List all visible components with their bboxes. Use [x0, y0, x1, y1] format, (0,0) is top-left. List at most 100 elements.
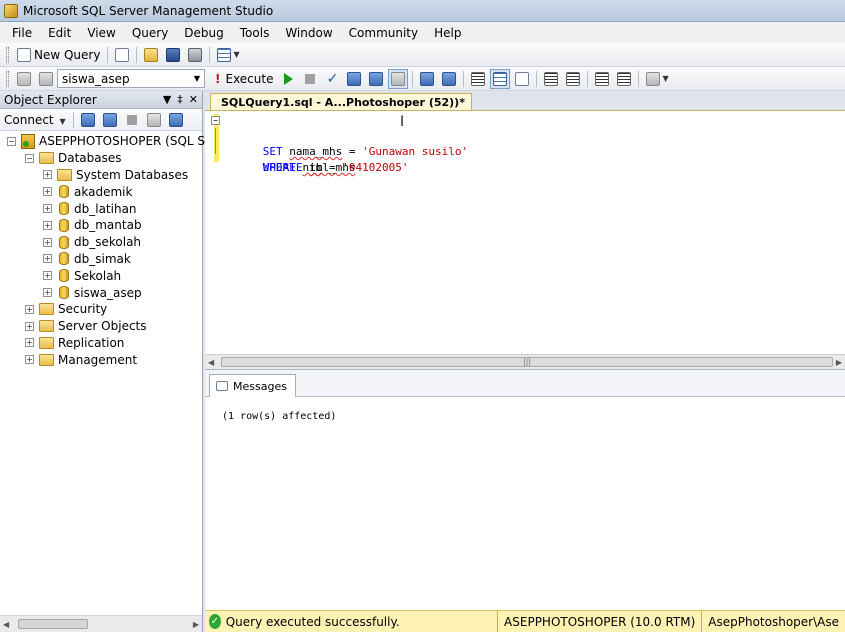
client-statistics-button[interactable]: [439, 69, 459, 89]
chevron-down-icon: ▼: [233, 50, 240, 59]
editor-hscrollbar[interactable]: ◀ ||| ▶: [205, 354, 845, 369]
title-bar: Microsoft SQL Server Management Studio: [0, 0, 845, 22]
expand-icon[interactable]: +: [25, 355, 34, 365]
tree-node-replication[interactable]: + Replication: [0, 335, 202, 352]
tree-node-database[interactable]: + siswa_asep: [0, 284, 202, 301]
menu-debug[interactable]: Debug: [176, 26, 231, 40]
open-file-button[interactable]: [141, 45, 161, 65]
menu-edit[interactable]: Edit: [40, 26, 79, 40]
comment-button[interactable]: [541, 69, 561, 89]
uncomment-button[interactable]: [563, 69, 583, 89]
results-to-file-button[interactable]: [512, 69, 532, 89]
new-query-button[interactable]: New Query: [14, 45, 103, 65]
scroll-left-icon[interactable]: ◀: [3, 620, 9, 629]
collapse-icon[interactable]: −: [211, 116, 220, 125]
result-message: (1 row(s) affected): [222, 411, 337, 422]
menu-file[interactable]: File: [4, 26, 40, 40]
debug-button[interactable]: [278, 69, 298, 89]
tree-node-management[interactable]: + Management: [0, 351, 202, 368]
expand-icon[interactable]: +: [43, 220, 52, 230]
object-explorer-hscrollbar[interactable]: ◀ ▶: [0, 615, 202, 632]
save-button[interactable]: [163, 45, 183, 65]
results-to-text-button[interactable]: [468, 69, 488, 89]
print-button[interactable]: [185, 45, 205, 65]
expand-icon[interactable]: +: [43, 204, 52, 214]
menu-help[interactable]: Help: [426, 26, 469, 40]
stop-explorer-button[interactable]: [122, 110, 142, 130]
execute-button[interactable]: ! Execute: [211, 69, 277, 89]
expand-icon[interactable]: +: [43, 254, 52, 264]
tab-sqlquery1[interactable]: SQLQuery1.sql - A...Photoshoper (52))*: [210, 93, 472, 110]
collapse-icon[interactable]: −: [7, 136, 16, 146]
expand-icon[interactable]: +: [43, 288, 52, 298]
tree-node-security[interactable]: + Security: [0, 301, 202, 318]
results-to-button[interactable]: [388, 68, 409, 89]
results-to-grid-button[interactable]: [490, 68, 511, 89]
activity-monitor-icon: [217, 47, 232, 62]
decrease-indent-button[interactable]: [592, 69, 612, 89]
expand-icon[interactable]: +: [25, 304, 34, 314]
collapse-icon[interactable]: −: [25, 153, 34, 163]
parse-button[interactable]: ✓: [322, 69, 342, 89]
connect-button[interactable]: [14, 69, 34, 89]
increase-indent-button[interactable]: [614, 69, 634, 89]
menu-tools[interactable]: Tools: [232, 26, 278, 40]
tree-node-system-databases[interactable]: + System Databases: [0, 167, 202, 184]
expand-icon[interactable]: +: [25, 321, 34, 331]
folder-icon: [57, 168, 72, 181]
toolbar-grip[interactable]: [6, 70, 9, 87]
database-icon: [59, 218, 69, 232]
cancel-query-button[interactable]: [300, 69, 320, 89]
menu-query[interactable]: Query: [124, 26, 176, 40]
tree-node-label: db_latihan: [74, 201, 137, 216]
scroll-thumb[interactable]: [18, 619, 88, 629]
tree-node-database[interactable]: + db_simak: [0, 251, 202, 268]
query-options-button[interactable]: [366, 69, 386, 89]
expand-icon[interactable]: +: [43, 237, 52, 247]
connect-explorer-button[interactable]: [78, 110, 98, 130]
query-code[interactable]: − UPDATE tbl_mhs SET nama_mhs = 'Gunawan…: [211, 112, 468, 174]
connect-icon: [17, 71, 31, 86]
filter-button[interactable]: [144, 110, 164, 130]
display-estimated-plan-button[interactable]: [344, 69, 364, 89]
toolbar-grip[interactable]: [6, 46, 9, 63]
tree-node-database[interactable]: + db_latihan: [0, 200, 202, 217]
scroll-right-icon[interactable]: ▶: [836, 358, 842, 367]
new-file-button[interactable]: [112, 45, 132, 65]
tree-node-database[interactable]: + db_sekolah: [0, 234, 202, 251]
tree-node-server[interactable]: − ASEPPHOTOSHOPER (SQL Serve: [0, 133, 232, 150]
disconnect-explorer-button[interactable]: [100, 110, 120, 130]
expand-icon[interactable]: +: [25, 338, 34, 348]
panel-dropdown-icon[interactable]: ▼: [163, 93, 171, 106]
database-select[interactable]: siswa_asep ▼: [57, 69, 205, 88]
tree-node-databases[interactable]: − Databases: [0, 150, 202, 167]
tree-node-database[interactable]: + Sekolah: [0, 267, 202, 284]
results-file-icon: [515, 71, 530, 86]
query-editor[interactable]: − UPDATE tbl_mhs SET nama_mhs = 'Gunawan…: [205, 110, 845, 354]
menu-window[interactable]: Window: [277, 26, 340, 40]
specify-template-values-button[interactable]: ▼: [643, 69, 671, 89]
activity-monitor-button[interactable]: ▼: [214, 45, 242, 65]
tree-node-database[interactable]: + akademik: [0, 183, 202, 200]
scroll-right-icon[interactable]: ▶: [193, 620, 199, 629]
expand-icon[interactable]: +: [43, 187, 52, 197]
expand-icon[interactable]: +: [43, 170, 52, 180]
close-icon[interactable]: ✕: [189, 93, 198, 106]
connect-dropdown-button[interactable]: Connect ▼: [4, 113, 66, 127]
actual-plan-icon: [420, 71, 435, 86]
tree-node-database[interactable]: + db_mantab: [0, 217, 202, 234]
scroll-thumb[interactable]: |||: [221, 357, 833, 367]
tree-node-server-objects[interactable]: + Server Objects: [0, 318, 202, 335]
object-explorer-header: Object Explorer ▼ ‡ ✕: [0, 91, 202, 109]
text-cursor-icon: I: [400, 114, 405, 130]
pin-icon[interactable]: ‡: [177, 93, 183, 106]
expand-icon[interactable]: +: [43, 271, 52, 281]
refresh-button[interactable]: [166, 110, 186, 130]
scroll-left-icon[interactable]: ◀: [208, 358, 214, 367]
tree-node-label: Replication: [58, 335, 125, 350]
menu-community[interactable]: Community: [341, 26, 426, 40]
tab-messages[interactable]: Messages: [209, 374, 296, 397]
menu-view[interactable]: View: [79, 26, 123, 40]
disconnect-button[interactable]: [36, 69, 56, 89]
include-actual-plan-button[interactable]: [417, 69, 437, 89]
